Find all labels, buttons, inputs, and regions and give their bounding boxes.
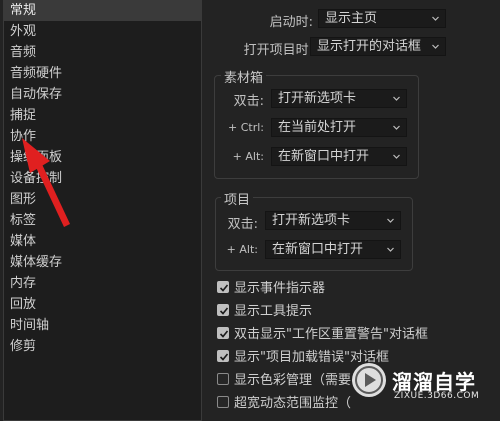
- checkbox-checked-icon: [217, 281, 229, 293]
- checkbox-label: 显示事件指示器: [234, 281, 326, 296]
- startup-select-value: 显示主页: [325, 11, 378, 26]
- show-tooltips-checkbox[interactable]: 显示工具提示: [217, 302, 312, 322]
- chevron-down-icon: [432, 44, 439, 49]
- project-alt-select[interactable]: 在新窗口中打开: [265, 240, 401, 259]
- watermark-logo: [352, 363, 386, 397]
- sidebar-item-media[interactable]: 媒体: [10, 231, 36, 252]
- chevron-down-icon: [393, 154, 400, 159]
- bin-alt-select[interactable]: 在新窗口中打开: [271, 147, 407, 166]
- chevron-down-icon: [387, 247, 394, 252]
- sidebar-item-trim[interactable]: 修剪: [10, 336, 36, 357]
- sidebar-item-memory[interactable]: 内存: [10, 273, 36, 294]
- sidebar-item-general[interactable]: 常规: [4, 0, 201, 21]
- checkbox-checked-icon: [217, 350, 229, 362]
- bin-alt-label: + Alt:: [232, 150, 264, 163]
- show-event-indicators-checkbox[interactable]: 显示事件指示器: [217, 279, 325, 299]
- project-alt-label: + Alt:: [226, 243, 258, 256]
- chevron-down-icon: [432, 16, 439, 21]
- sidebar-item-media-cache[interactable]: 媒体缓存: [10, 252, 62, 273]
- project-double-click-value: 打开新选项卡: [272, 213, 351, 228]
- hdr-monitoring-checkbox[interactable]: 超宽动态范围监控（: [217, 394, 351, 414]
- bin-ctrl-label: + Ctrl:: [228, 121, 264, 134]
- checkbox-label: 显示色彩管理（需要: [234, 373, 352, 388]
- sidebar-item-appearance[interactable]: 外观: [10, 21, 36, 42]
- startup-select[interactable]: 显示主页: [318, 9, 446, 28]
- sidebar-item-capture[interactable]: 捕捉: [10, 105, 36, 126]
- watermark-url: ZIXUE.3D66.COM: [394, 391, 480, 401]
- chevron-down-icon: [393, 96, 400, 101]
- bin-alt-value: 在新窗口中打开: [278, 149, 370, 164]
- bin-group-title: 素材箱: [221, 67, 267, 86]
- startup-label: 启动时:: [269, 15, 313, 30]
- play-icon: [355, 366, 383, 394]
- project-alt-value: 在新窗口中打开: [272, 242, 364, 257]
- chevron-down-icon: [393, 125, 400, 130]
- checkbox-label: 显示工具提示: [234, 304, 313, 319]
- checkbox-label: 双击显示"工作区重置警告"对话框: [234, 327, 428, 342]
- open-project-select[interactable]: 显示打开的对话框: [310, 37, 446, 56]
- project-double-click-label: 双击:: [227, 217, 258, 232]
- sidebar-item-auto-save[interactable]: 自动保存: [10, 84, 62, 105]
- workspace-reset-warning-checkbox[interactable]: 双击显示"工作区重置警告"对话框: [217, 325, 428, 345]
- sidebar-item-device-control[interactable]: 设备控制: [10, 168, 62, 189]
- chevron-down-icon: [387, 218, 394, 223]
- sidebar-item-audio-hardware[interactable]: 音频硬件: [10, 63, 62, 84]
- checkbox-checked-icon: [217, 327, 229, 339]
- sidebar-item-control-surface[interactable]: 操纵面板: [10, 147, 62, 168]
- sidebar-item-labels[interactable]: 标签: [10, 210, 36, 231]
- bin-ctrl-select[interactable]: 在当前处打开: [271, 118, 407, 137]
- sidebar-item-graphics[interactable]: 图形: [10, 189, 36, 210]
- bin-double-click-value: 打开新选项卡: [278, 91, 357, 106]
- project-group: [215, 197, 413, 271]
- sidebar-item-audio[interactable]: 音频: [10, 42, 36, 63]
- sidebar-item-playback[interactable]: 回放: [10, 294, 36, 315]
- open-project-select-value: 显示打开的对话框: [317, 39, 422, 54]
- show-color-management-checkbox[interactable]: 显示色彩管理（需要: [217, 371, 351, 391]
- bin-ctrl-value: 在当前处打开: [278, 120, 357, 135]
- checkbox-label: 超宽动态范围监控（: [234, 396, 352, 411]
- general-settings-panel: 启动时: 显示主页 打开项目时: 显示打开的对话框 素材箱 双击: 打开新选项卡…: [203, 0, 500, 421]
- sidebar-item-timeline[interactable]: 时间轴: [10, 315, 49, 336]
- open-project-label: 打开项目时:: [243, 43, 313, 58]
- checkbox-unchecked-icon: [217, 373, 229, 385]
- project-group-title: 项目: [221, 189, 254, 208]
- bin-double-click-select[interactable]: 打开新选项卡: [271, 89, 407, 108]
- checkbox-checked-icon: [217, 304, 229, 316]
- project-double-click-select[interactable]: 打开新选项卡: [265, 211, 401, 230]
- bin-double-click-label: 双击:: [233, 94, 264, 109]
- preferences-sidebar: 常规 外观 音频 音频硬件 自动保存 捕捉 协作 操纵面板 设备控制 图形 标签…: [3, 0, 202, 421]
- checkbox-unchecked-icon: [217, 396, 229, 408]
- sidebar-item-collaboration[interactable]: 协作: [10, 126, 36, 147]
